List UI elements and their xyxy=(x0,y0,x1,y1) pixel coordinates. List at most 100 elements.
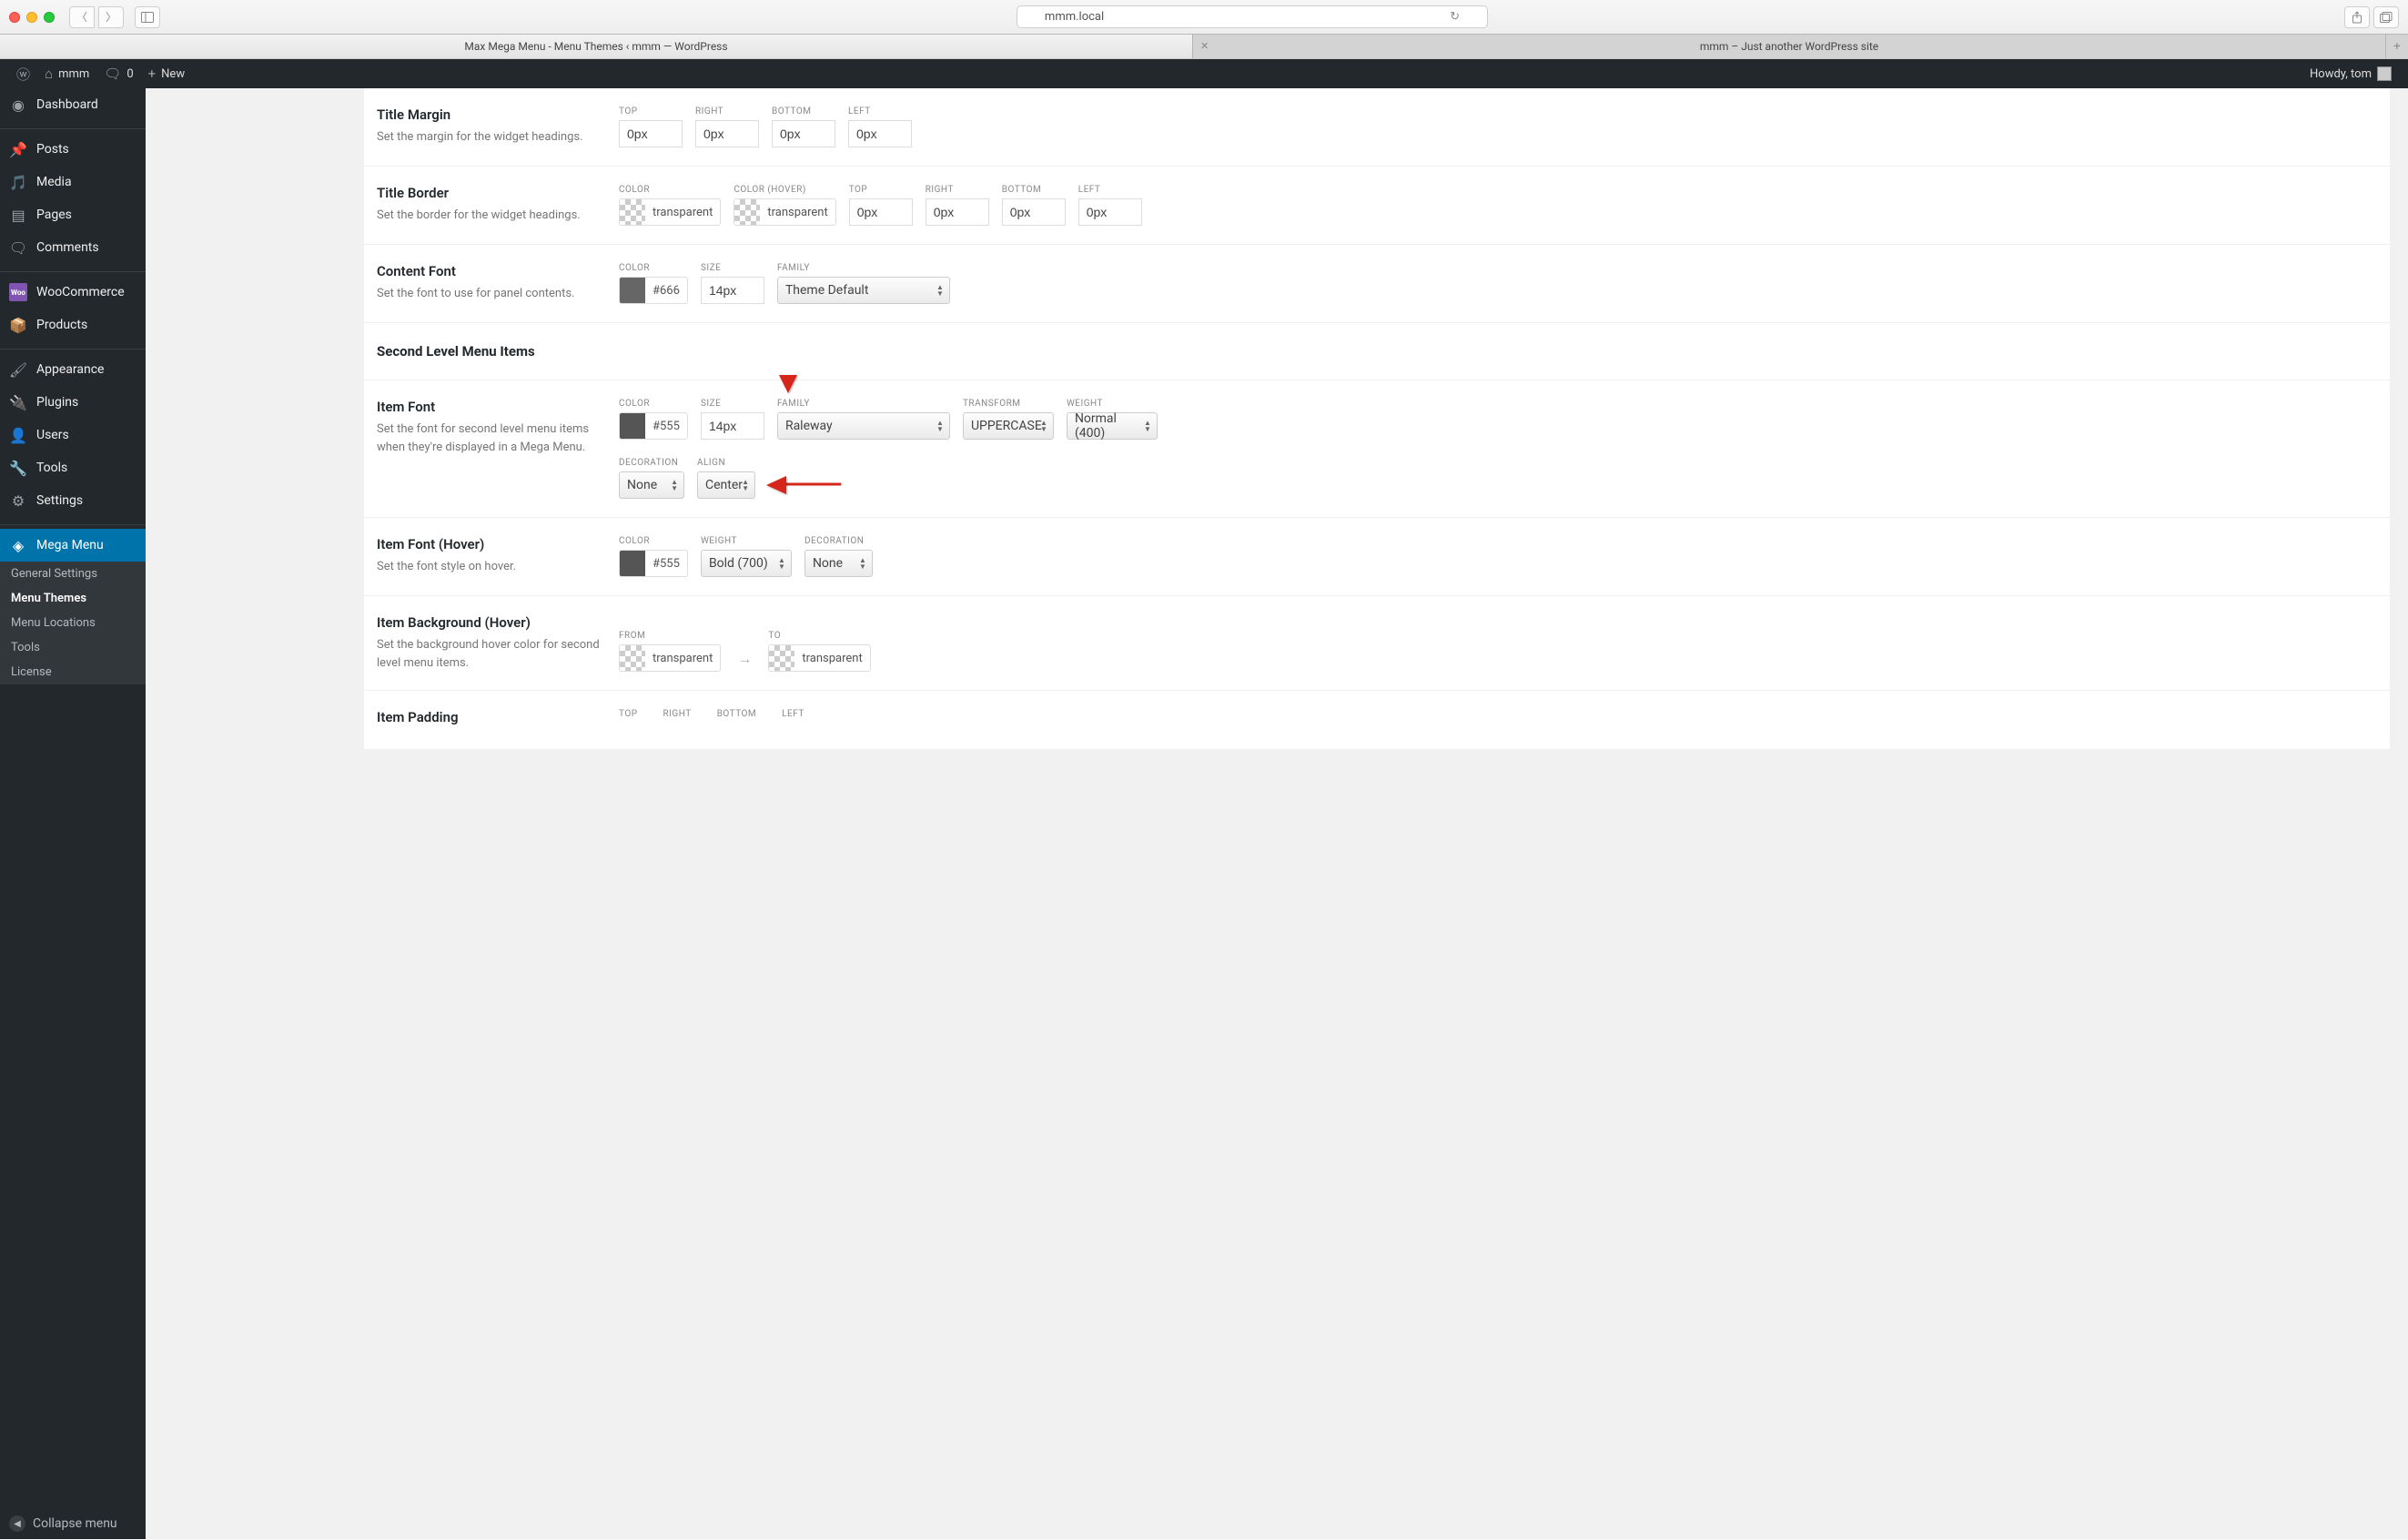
media-icon: 🎵 xyxy=(9,173,27,191)
field-label: LEFT xyxy=(782,709,804,719)
sidebar-item-products[interactable]: 📦 Products xyxy=(0,309,146,341)
close-icon[interactable]: ✕ xyxy=(1200,40,1209,52)
item-font-size-input[interactable] xyxy=(701,412,764,440)
sidebar-item-megamenu[interactable]: ◈Mega Menu xyxy=(0,529,146,562)
comments-count: 0 xyxy=(126,67,133,81)
setting-desc: Set the border for the widget headings. xyxy=(377,207,606,225)
submenu-menu-themes[interactable]: Menu Themes xyxy=(0,586,146,611)
item-font-transform-select[interactable]: UPPERCASE▲▼ xyxy=(963,412,1054,440)
back-button[interactable]: 〈 xyxy=(69,6,95,28)
sidebar-item-label: Posts xyxy=(36,142,69,157)
browser-tab-0[interactable]: Max Mega Menu - Menu Themes ‹ mmm — Word… xyxy=(0,35,1193,58)
sidebar-item-label: WooCommerce xyxy=(36,285,125,299)
content-font-color-picker[interactable]: #666 xyxy=(619,277,688,304)
swatch-icon xyxy=(620,199,645,225)
content-font-family-select[interactable]: Theme Default▲▼ xyxy=(777,277,950,304)
item-bg-hover-to-picker[interactable]: transparent xyxy=(768,644,870,672)
field-label: LEFT xyxy=(1078,185,1142,195)
sidebar-item-tools[interactable]: 🔧Tools xyxy=(0,451,146,484)
product-icon: 📦 xyxy=(9,316,27,334)
plug-icon: 🔌 xyxy=(9,393,27,411)
select-value: None xyxy=(627,478,657,492)
sidebar-item-comments[interactable]: 🗨Comments xyxy=(0,231,146,264)
field-label: TOP xyxy=(619,709,638,719)
collapse-label: Collapse menu xyxy=(33,1516,117,1531)
wp-logo-menu[interactable]: ⓦ xyxy=(9,65,37,84)
title-margin-bottom-input[interactable] xyxy=(772,120,835,147)
item-font-align-select[interactable]: Center▲▼ xyxy=(697,471,755,499)
setting-title: Item Padding xyxy=(377,709,606,725)
url-text: mmm.local xyxy=(1045,10,1104,24)
item-font-family-select[interactable]: Raleway▲▼ xyxy=(777,412,950,440)
submenu-menu-locations[interactable]: Menu Locations xyxy=(0,611,146,635)
new-content-menu[interactable]: +New xyxy=(141,66,192,82)
sidebar-item-settings[interactable]: ⚙Settings xyxy=(0,484,146,517)
submenu-general-settings[interactable]: General Settings xyxy=(0,562,146,586)
collapse-menu-button[interactable]: ◀ Collapse menu xyxy=(0,1508,146,1539)
comment-icon: 🗨 xyxy=(9,238,27,257)
refresh-icon[interactable]: ↻ xyxy=(1450,10,1460,24)
sidebar-item-woocommerce[interactable]: WooWooCommerce xyxy=(0,276,146,309)
item-font-decoration-select[interactable]: None▲▼ xyxy=(619,471,684,499)
browser-chrome: 〈 〉 mmm.local ↻ Max Mega Menu - Menu The… xyxy=(0,0,2408,59)
new-tab-button[interactable]: + xyxy=(2386,35,2408,58)
sidebar-item-plugins[interactable]: 🔌Plugins xyxy=(0,386,146,419)
swatch-icon xyxy=(620,413,645,439)
sidebar-item-users[interactable]: 👤Users xyxy=(0,419,146,451)
comments-menu[interactable]: 🗨0 xyxy=(96,66,140,82)
item-bg-hover-from-picker[interactable]: transparent xyxy=(619,644,721,672)
title-border-top-input[interactable] xyxy=(849,198,913,226)
title-margin-top-input[interactable] xyxy=(619,120,683,147)
forward-button[interactable]: 〉 xyxy=(98,6,124,28)
window-minimize-button[interactable] xyxy=(26,12,37,23)
select-value: Raleway xyxy=(785,419,833,433)
new-label: New xyxy=(161,67,185,81)
window-close-button[interactable] xyxy=(9,12,20,23)
title-border-bottom-input[interactable] xyxy=(1002,198,1066,226)
sidebar-item-dashboard[interactable]: ◉Dashboard xyxy=(0,88,146,121)
field-label: WEIGHT xyxy=(701,536,792,546)
field-label: SIZE xyxy=(701,263,764,273)
sidebar-item-label: Products xyxy=(36,318,87,332)
title-border-left-input[interactable] xyxy=(1078,198,1142,226)
section-title: Second Level Menu Items xyxy=(364,323,2390,380)
site-name-menu[interactable]: ⌂mmm xyxy=(37,66,96,82)
color-value: #666 xyxy=(645,284,687,298)
window-zoom-button[interactable] xyxy=(44,12,55,23)
field-label: BOTTOM xyxy=(1002,185,1066,195)
sidebar-item-label: Mega Menu xyxy=(36,538,104,552)
field-label: BOTTOM xyxy=(772,106,835,117)
sidebar-item-posts[interactable]: 📌Posts xyxy=(0,133,146,166)
content-area: Title Margin Set the margin for the widg… xyxy=(146,88,2408,1539)
sidebar-item-appearance[interactable]: 🖌Appearance xyxy=(0,353,146,386)
field-label: BOTTOM xyxy=(717,709,756,719)
setting-desc: Set the background hover color for secon… xyxy=(377,636,606,672)
field-label: TO xyxy=(768,631,870,641)
sidebar-item-media[interactable]: 🎵Media xyxy=(0,166,146,198)
title-margin-right-input[interactable] xyxy=(695,120,759,147)
submenu-license[interactable]: License xyxy=(0,660,146,684)
title-margin-left-input[interactable] xyxy=(848,120,912,147)
row-content-font: Content Font Set the font to use for pan… xyxy=(364,245,2390,323)
title-border-right-input[interactable] xyxy=(926,198,989,226)
swatch-icon xyxy=(620,551,645,576)
title-border-color-picker[interactable]: transparent xyxy=(619,198,721,226)
field-label: COLOR xyxy=(619,185,721,195)
sidebar-toggle-button[interactable] xyxy=(135,6,160,28)
item-font-color-picker[interactable]: #555 xyxy=(619,412,688,440)
browser-tab-1[interactable]: ✕ mmm – Just another WordPress site xyxy=(1193,35,2386,58)
account-menu[interactable]: Howdy, tom xyxy=(2302,66,2399,81)
item-font-weight-select[interactable]: Normal (400)▲▼ xyxy=(1067,412,1158,440)
item-font-hover-weight-select[interactable]: Bold (700)▲▼ xyxy=(701,550,792,577)
content-font-size-input[interactable] xyxy=(701,277,764,304)
url-bar[interactable]: mmm.local ↻ xyxy=(167,5,2337,28)
field-label: TOP xyxy=(619,106,683,117)
sidebar-item-pages[interactable]: ▤Pages xyxy=(0,198,146,231)
share-button[interactable] xyxy=(2344,6,2370,28)
item-font-hover-decoration-select[interactable]: None▲▼ xyxy=(804,550,873,577)
chevron-updown-icon: ▲▼ xyxy=(859,557,866,570)
tabs-button[interactable] xyxy=(2373,6,2399,28)
submenu-tools[interactable]: Tools xyxy=(0,635,146,660)
title-border-hover-color-picker[interactable]: transparent xyxy=(734,198,835,226)
item-font-hover-color-picker[interactable]: #555 xyxy=(619,550,688,577)
